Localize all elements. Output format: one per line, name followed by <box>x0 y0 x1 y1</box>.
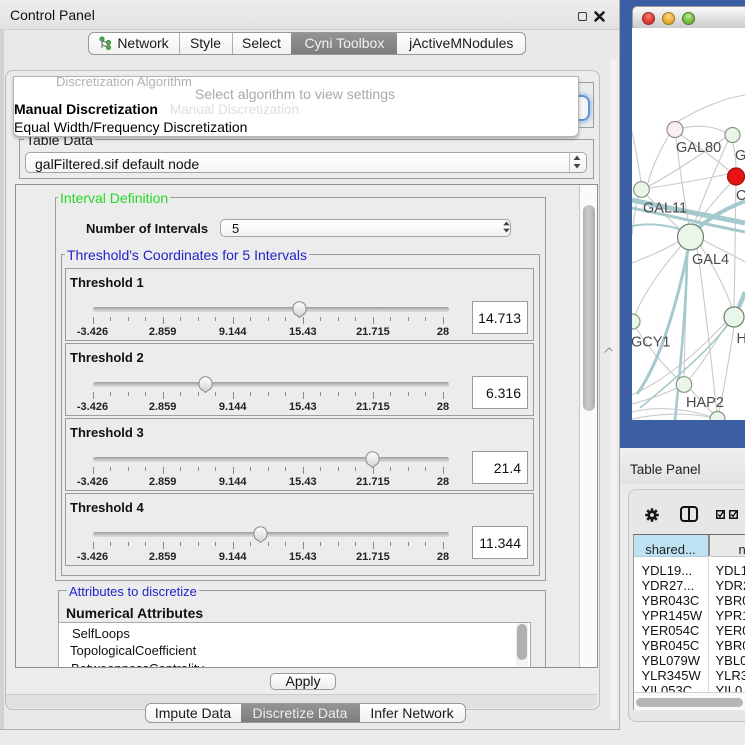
svg-text:CA: CA <box>736 188 745 204</box>
svg-text:GAL11: GAL11 <box>643 201 687 217</box>
svg-text:HAP2: HAP2 <box>686 395 724 411</box>
svg-text:GA: GA <box>735 148 745 164</box>
svg-text:GCY1: GCY1 <box>632 335 671 351</box>
svg-text:GAL80: GAL80 <box>676 140 721 156</box>
svg-text:GAL4: GAL4 <box>692 252 729 268</box>
svg-text:H: H <box>737 331 745 347</box>
